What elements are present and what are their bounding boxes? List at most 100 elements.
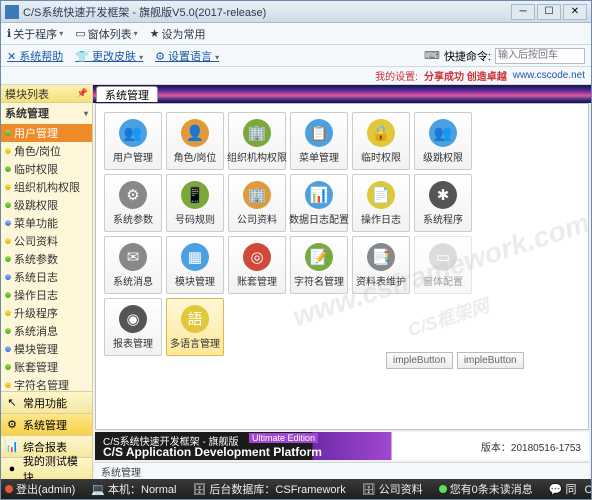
menu-favorite[interactable]: ★ 设为常用 [150, 26, 206, 42]
sidebar-item-11[interactable]: 系统消息 [1, 322, 92, 340]
watermark: cscode.net [155, 422, 304, 430]
sidebar-item-13[interactable]: 账套管理 [1, 358, 92, 376]
sidebar-item-8[interactable]: 系统日志 [1, 268, 92, 286]
sidebar-item-5[interactable]: 菜单功能 [1, 214, 92, 232]
tile-icon: 📄 [367, 181, 395, 209]
tile-2[interactable]: 🏢组织机构权限 [228, 112, 286, 170]
sidebar-item-10[interactable]: 升级程序 [1, 304, 92, 322]
pin-icon[interactable]: 📌 [77, 88, 88, 99]
sidebar-section-0[interactable]: ↖常用功能 [1, 391, 92, 413]
sidebar-item-label: 系统参数 [14, 251, 58, 267]
tile-15[interactable]: 📝字符名管理 [290, 236, 348, 294]
maximize-button[interactable]: ☐ [537, 4, 561, 20]
tile-icon: ▭ [429, 243, 457, 271]
tile-14[interactable]: ◎账套管理 [228, 236, 286, 294]
sidebar-item-9[interactable]: 操作日志 [1, 286, 92, 304]
sidebar-item-label: 字符名管理 [14, 377, 69, 391]
tile-18[interactable]: ◉报表管理 [104, 298, 162, 356]
sidebar-item-6[interactable]: 公司资料 [1, 232, 92, 250]
tile-icon: 🏢 [243, 119, 271, 147]
sidebar-group[interactable]: 系统管理▾ [1, 103, 92, 123]
version-label: 版本：20180516-1753 [481, 439, 581, 454]
tabbar: 系统管理 [93, 85, 591, 103]
section-icon: ⚙ [5, 418, 19, 432]
tile-icon: 📑 [367, 243, 395, 271]
simple-button-2[interactable]: impleButton [457, 352, 524, 369]
tile-label: 字符名管理 [294, 273, 344, 288]
minimize-button[interactable]: ─ [511, 4, 535, 20]
tab-system[interactable]: 系统管理 [96, 86, 158, 102]
tile-icon: 📋 [305, 119, 333, 147]
tile-19[interactable]: 語多语言管理 [166, 298, 224, 356]
close-button[interactable]: ✕ [563, 4, 587, 20]
bullet-icon [5, 148, 11, 154]
sidebar-item-1[interactable]: 角色/岗位 [1, 142, 92, 160]
tile-icon: ✱ [429, 181, 457, 209]
tile-icon: 👥 [429, 119, 457, 147]
sidebar-tree: 用户管理角色/岗位临时权限组织机构权限级跳权限菜单功能公司资料系统参数系统日志操… [1, 123, 92, 391]
tile-5[interactable]: 👥级跳权限 [414, 112, 472, 170]
tile-label: 数据日志配置 [289, 211, 349, 226]
sidebar-item-label: 账套管理 [14, 359, 58, 375]
link-lang[interactable]: ⚙ 设置语言 ▾ [155, 48, 219, 64]
copyright: Copyrights 2006-2018 C/S框架网版权所有 [585, 481, 591, 497]
tile-11[interactable]: ✱系统程序 [414, 174, 472, 232]
status-msg[interactable]: 您有0条未读消息 [439, 481, 533, 497]
link-skin[interactable]: 👕 更改皮肤 ▾ [75, 48, 143, 64]
tile-label: 公司资料 [237, 211, 277, 226]
tile-6[interactable]: ⚙系统参数 [104, 174, 162, 232]
tile-7[interactable]: 📱号码规则 [166, 174, 224, 232]
sidebar-item-label: 角色/岗位 [14, 143, 61, 159]
tile-label: 系统消息 [113, 273, 153, 288]
tile-1[interactable]: 👤角色/岗位 [166, 112, 224, 170]
sidebar-item-0[interactable]: 用户管理 [1, 124, 92, 142]
canvas: 👥用户管理👤角色/岗位🏢组织机构权限📋菜单管理 🔒 临时权限 👥级跳权限 ⚙系统参数📱号… [95, 103, 589, 430]
status-sync[interactable]: 💬 同 [549, 481, 577, 497]
status-server: 💻 本机：Normal [91, 481, 176, 497]
menu-windows[interactable]: ▭ 窗体列表 ▾ [75, 26, 137, 42]
sidebar-item-3[interactable]: 组织机构权限 [1, 178, 92, 196]
sidebar-item-4[interactable]: 级跳权限 [1, 196, 92, 214]
tile-label: 临时权限 [361, 149, 401, 164]
sidebar-item-12[interactable]: 模块管理 [1, 340, 92, 358]
quicksearch-input[interactable] [495, 48, 585, 64]
link-help[interactable]: ✕ 系统帮助 [7, 48, 63, 64]
sidebar-item-2[interactable]: 临时权限 [1, 160, 92, 178]
sidebar-item-label: 临时权限 [14, 161, 58, 177]
tile-label: 模块管理 [175, 273, 215, 288]
tile-16[interactable]: 📑资料表维护 [352, 236, 410, 294]
statusbar: 登出(admin) 💻 本机：Normal 🗄 后台数据库：CSFramewor… [1, 479, 591, 499]
sidebar-header: 模块列表📌 [1, 85, 92, 103]
tile-12[interactable]: ✉系统消息 [104, 236, 162, 294]
sidebar-item-7[interactable]: 系统参数 [1, 250, 92, 268]
menu-about[interactable]: ℹ 关于程序 ▾ [7, 26, 63, 42]
tile-13[interactable]: ▦模块管理 [166, 236, 224, 294]
bullet-icon [5, 256, 11, 262]
brand-settings[interactable]: 我的设置: [375, 68, 418, 83]
brand-row: 我的设置: 分享成功 创造卓越 www.cscode.net [1, 67, 591, 85]
tile-10[interactable]: 📄操作日志 [352, 174, 410, 232]
breadcrumb: 系统管理 [95, 462, 589, 479]
tile-4[interactable]: 🔒 临时权限 [352, 112, 410, 170]
tile-0[interactable]: 👥用户管理 [104, 112, 162, 170]
tile-icon: 🔒 [367, 119, 395, 147]
tile-9[interactable]: 📊数据日志配置 [290, 174, 348, 232]
sidebar-section-1[interactable]: ⚙系统管理 [1, 413, 92, 435]
sidebar-item-label: 级跳权限 [14, 197, 58, 213]
tile-17[interactable]: ▭窗体配置 [414, 236, 472, 294]
simple-button-1[interactable]: impleButton [386, 352, 453, 369]
status-user[interactable]: 登出(admin) [5, 481, 75, 497]
sidebar-item-label: 组织机构权限 [14, 179, 80, 195]
brand-url[interactable]: www.cscode.net [513, 70, 585, 81]
tile-label: 角色/岗位 [174, 149, 217, 164]
section-icon: ● [5, 462, 19, 476]
tile-8[interactable]: 🏢 公司资料 [228, 174, 286, 232]
bullet-icon [5, 130, 11, 136]
tile-icon: 🏢 [243, 181, 271, 209]
tile-icon: ◎ [243, 243, 271, 271]
sidebar-item-14[interactable]: 字符名管理 [1, 376, 92, 391]
sidebar-section-3[interactable]: ●我的测试模块 [1, 457, 92, 479]
sidebar-item-label: 升级程序 [14, 305, 58, 321]
tile-3[interactable]: 📋菜单管理 [290, 112, 348, 170]
sidebar-item-label: 操作日志 [14, 287, 58, 303]
